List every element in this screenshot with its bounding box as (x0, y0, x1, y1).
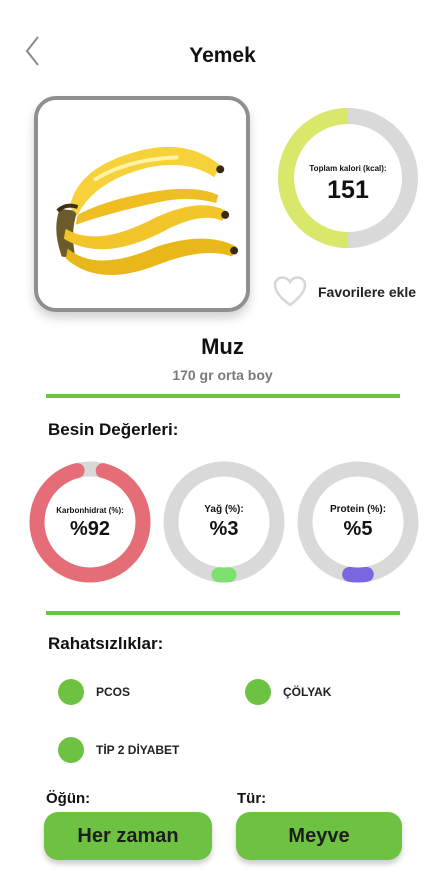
carbohydrate-value: %92 (69, 518, 111, 540)
condition-dot (245, 679, 271, 705)
page-title: Yemek (189, 44, 256, 67)
meal-label: Öğün: (46, 790, 91, 807)
calorie-label: Toplam kalori (kcal): (309, 164, 387, 173)
banana-image (38, 100, 246, 308)
condition-label: PCOS (96, 685, 131, 699)
condition-item-pcos[interactable]: PCOS (58, 679, 130, 705)
protein-value: %5 (343, 518, 373, 540)
conditions-title: Rahatsızlıklar: (48, 634, 164, 653)
divider (46, 394, 400, 398)
add-favorite-button[interactable]: Favorilere ekle (272, 274, 416, 310)
meal-button[interactable]: Her zaman (44, 812, 212, 860)
condition-dot (58, 679, 84, 705)
food-image (34, 96, 250, 312)
fat-value: %3 (209, 518, 239, 540)
food-name: Muz (201, 334, 244, 359)
favorite-label: Favorilere ekle (318, 284, 417, 300)
protein-label: Protein (%): (329, 504, 387, 515)
type-button[interactable]: Meyve (236, 812, 402, 860)
condition-dot (58, 737, 84, 763)
divider (46, 611, 400, 615)
fat-label: Yağ (%): (204, 504, 244, 515)
condition-label: ÇÖLYAK (283, 685, 332, 699)
condition-item-type2-diabetes[interactable]: TİP 2 DİYABET (58, 737, 179, 763)
calorie-ring: Toplam kalori (kcal): 151 (276, 106, 420, 250)
condition-label: TİP 2 DİYABET (96, 743, 180, 757)
calorie-value: 151 (327, 176, 369, 204)
food-portion: 170 gr orta boy (172, 367, 273, 383)
heart-icon (273, 276, 307, 307)
carbohydrate-ring: Karbonhidrat (%): %92 (28, 460, 152, 584)
condition-item-celiac[interactable]: ÇÖLYAK (245, 679, 331, 705)
nutrition-title: Besin Değerleri: (48, 420, 179, 439)
type-label: Tür: (237, 790, 267, 807)
protein-ring: Protein (%): %5 (296, 460, 420, 584)
carbohydrate-label: Karbonhidrat (%): (56, 506, 124, 515)
fat-ring: Yağ (%): %3 (162, 460, 286, 584)
